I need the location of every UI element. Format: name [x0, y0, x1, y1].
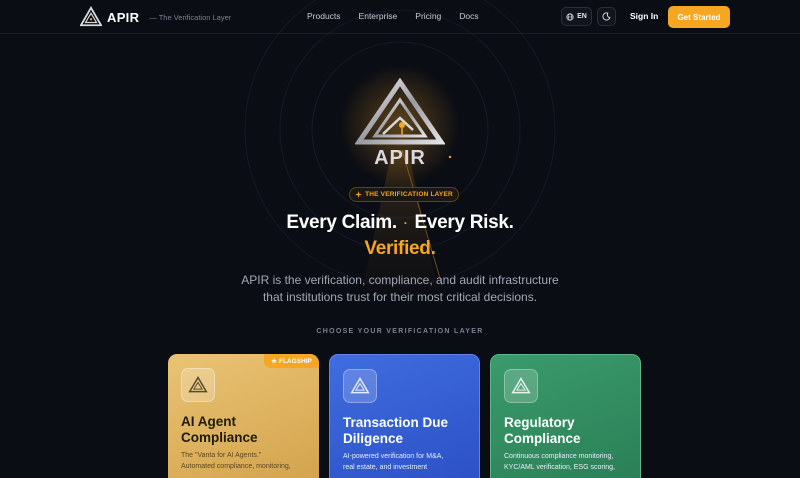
language-label: EN — [577, 13, 587, 20]
card-title: Transaction Due Diligence — [343, 415, 466, 447]
card-title-line-1: Regulatory — [504, 415, 575, 430]
apir-logo-icon — [188, 376, 208, 393]
brand-name: APIR — [107, 9, 140, 25]
sparkle-icon — [355, 191, 363, 198]
card-regulatory-compliance[interactable]: Regulatory Compliance Continuous complia… — [490, 354, 641, 478]
card-desc-line-2: KYC/AML verification, ESG scoring, — [504, 463, 616, 471]
flagship-badge: ★ FLAGSHIP — [264, 354, 319, 368]
theme-toggle[interactable] — [597, 7, 616, 26]
apir-logo-icon — [80, 6, 102, 27]
card-ai-agent-compliance[interactable]: ★ FLAGSHIP AI Agent Compliance The "Vant… — [168, 354, 319, 478]
card-title-line-1: AI Agent — [181, 414, 236, 429]
pill-label: THE VERIFICATION LAYER — [365, 191, 453, 198]
headline-part-2: Every Risk. — [414, 212, 514, 233]
hero-subline-2: that institutions trust for their most c… — [262, 290, 538, 304]
card-transaction-due-diligence[interactable]: Transaction Due Diligence AI-powered ver… — [329, 354, 480, 478]
nav-link-products[interactable]: Products — [307, 11, 341, 21]
headline-dot: · — [403, 215, 408, 230]
card-desc-line-2: real estate, and investment — [343, 463, 428, 471]
section-label: CHOOSE YOUR VERIFICATION LAYER — [316, 328, 484, 335]
verification-layer-pill: THE VERIFICATION LAYER — [349, 187, 459, 202]
apir-logo-icon — [511, 377, 531, 394]
language-selector[interactable]: EN — [561, 7, 592, 26]
card-title-line-2: Compliance — [504, 431, 581, 446]
card-description: Continuous compliance monitoring, KYC/AM… — [504, 452, 627, 473]
card-desc-line-1: The "Vanta for AI Agents." — [181, 452, 262, 459]
card-desc-line-1: AI-powered verification for M&A, — [343, 453, 444, 460]
card-logo-icon — [504, 369, 538, 403]
card-logo-icon — [181, 368, 215, 402]
flagship-label: FLAGSHIP — [278, 357, 312, 365]
card-title-line-1: Transaction Due — [343, 415, 449, 430]
card-title-line-2: Compliance — [181, 430, 258, 445]
hero-headline-accent: Verified. — [364, 238, 436, 259]
headline-part-1: Every Claim. — [286, 212, 397, 233]
card-desc-line-2: Automated compliance, monitoring, — [181, 462, 291, 470]
card-title-line-2: Diligence — [343, 431, 404, 446]
apir-logo-icon — [350, 377, 370, 394]
brand-tagline: — The Verification Layer — [149, 12, 232, 22]
hero-logo-text: APIR — [374, 147, 426, 169]
card-description: AI-powered verification for M&A, real es… — [343, 452, 466, 473]
nav-link-docs[interactable]: Docs — [459, 11, 478, 21]
globe-icon — [566, 12, 574, 21]
card-description: The "Vanta for AI Agents." Automated com… — [181, 451, 306, 472]
nav-link-pricing[interactable]: Pricing — [415, 11, 441, 21]
card-logo-icon — [343, 369, 377, 403]
top-nav: APIR — The Verification Layer Products E… — [0, 0, 800, 34]
hero-subline-1: APIR is the verification, compliance, an… — [241, 273, 559, 287]
star-icon: ★ — [271, 358, 277, 365]
get-started-button[interactable]: Get Started — [668, 6, 730, 28]
moon-icon — [602, 12, 611, 21]
card-title: AI Agent Compliance — [181, 414, 306, 446]
nav-links: Products Enterprise Pricing Docs — [307, 11, 497, 21]
brand[interactable]: APIR — The Verification Layer — [80, 6, 231, 28]
card-title: Regulatory Compliance — [504, 415, 627, 447]
card-desc-line-1: Continuous compliance monitoring, — [504, 453, 614, 460]
nav-link-enterprise[interactable]: Enterprise — [359, 11, 398, 21]
sign-in-link[interactable]: Sign In — [630, 11, 658, 21]
hero-headline: Every Claim. · Every Risk. — [0, 212, 800, 234]
